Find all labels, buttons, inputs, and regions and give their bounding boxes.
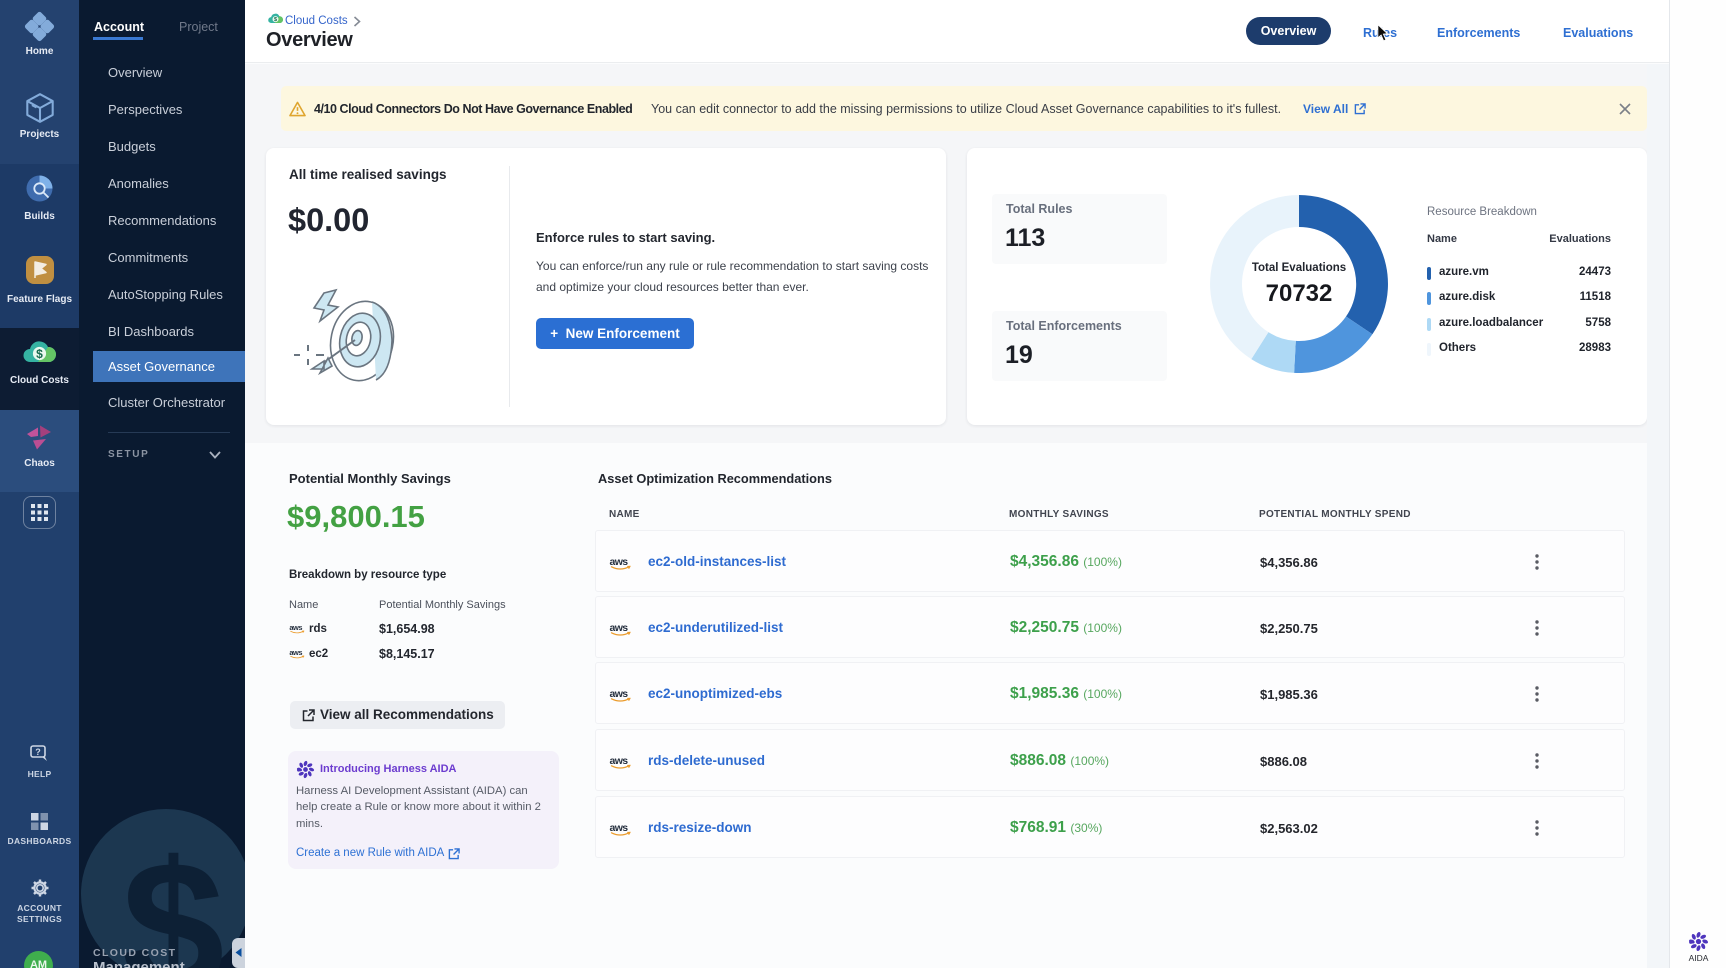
svg-text:aws: aws	[610, 622, 629, 634]
svg-text:?: ?	[35, 747, 41, 757]
svg-text:aws: aws	[610, 688, 629, 700]
svg-text:$: $	[274, 17, 277, 23]
svg-text:aws: aws	[610, 822, 629, 834]
svg-text:$: $	[36, 347, 43, 361]
svg-text:aws: aws	[610, 556, 629, 568]
svg-text:aws: aws	[289, 648, 302, 657]
svg-text:aws: aws	[610, 755, 629, 767]
svg-text:aws: aws	[289, 623, 302, 632]
